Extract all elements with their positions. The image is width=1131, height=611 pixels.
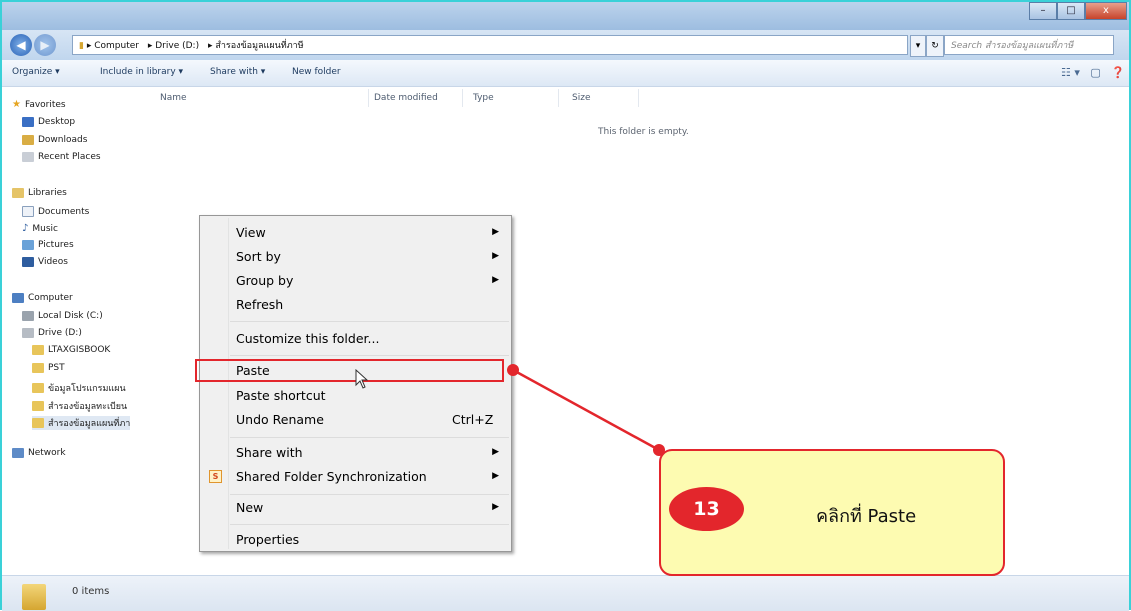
instruction-text: คลิกที่ Paste	[816, 506, 917, 527]
step-number-badge: 13	[669, 487, 744, 531]
connector-start-dot	[507, 364, 519, 376]
